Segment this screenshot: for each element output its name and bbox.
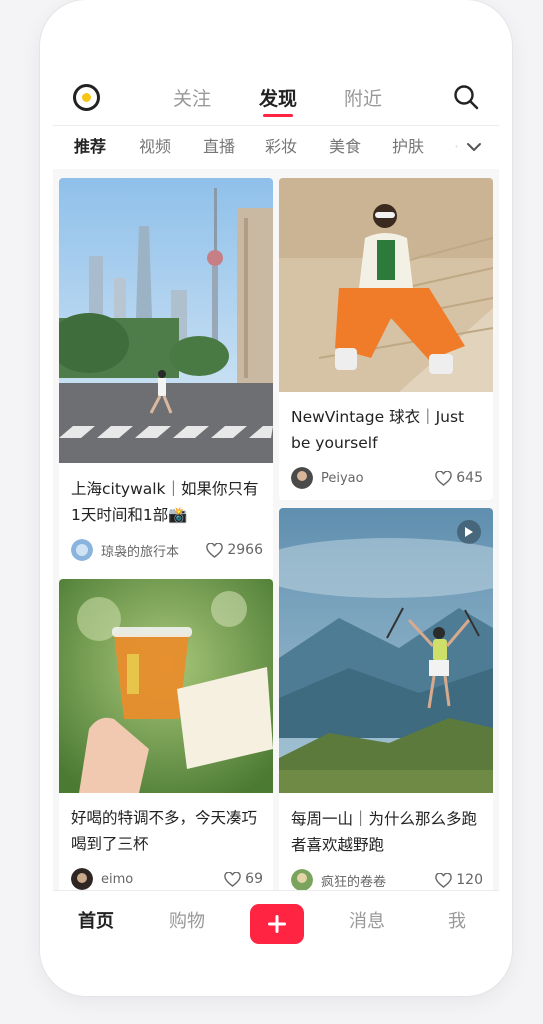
like-button[interactable]: 69	[224, 867, 263, 891]
post-author[interactable]: 琼袅的旅行本	[71, 538, 179, 562]
post-title: 每周一山｜为什么那么多跑者喜欢越野跑	[291, 810, 478, 854]
feed-card[interactable]: 每周一山｜为什么那么多跑者喜欢越野跑 疯狂的卷卷 120	[279, 508, 493, 899]
category-bar: 推荐 视频 直播 彩妆 美食 护肤 ·	[53, 125, 499, 169]
nav-messages[interactable]: 消息	[349, 909, 385, 935]
nav-me[interactable]: 我	[448, 909, 466, 935]
heart-icon	[206, 542, 224, 558]
post-author[interactable]: eimo	[71, 867, 133, 891]
category-more-faded: ·	[454, 137, 460, 156]
like-button[interactable]: 645	[435, 466, 483, 490]
like-count: 645	[456, 470, 483, 486]
chevron-down-icon[interactable]	[466, 140, 482, 154]
post-image	[59, 178, 273, 463]
feed-card[interactable]: NewVintage 球衣｜Just be yourself Peiyao 64…	[279, 178, 493, 500]
category-video[interactable]: 视频	[139, 136, 171, 158]
post-image	[279, 508, 493, 793]
post-title: 上海citywalk｜如果你只有1天时间和1部📸	[71, 480, 259, 524]
plus-icon	[268, 915, 286, 933]
nav-shop[interactable]: 购物	[169, 909, 205, 935]
post-title: NewVintage 球衣｜Just be yourself	[291, 408, 465, 452]
avatar	[291, 467, 313, 489]
author-name: 琼袅的旅行本	[101, 544, 180, 560]
post-author[interactable]: 疯狂的卷卷	[291, 868, 386, 892]
author-name: eimo	[101, 871, 134, 887]
feed-card[interactable]: 好喝的特调不多，今天凑巧喝到了三杯 eimo 69	[59, 579, 273, 899]
category-skincare[interactable]: 护肤	[392, 136, 424, 158]
author-name: 疯狂的卷卷	[321, 874, 387, 890]
author-name: Peiyao	[321, 470, 364, 486]
nav-home[interactable]: 首页	[78, 909, 114, 935]
bottom-nav: 首页 购物 消息 我	[53, 890, 499, 982]
like-button[interactable]: 2966	[206, 538, 263, 562]
post-image	[59, 579, 273, 793]
like-count: 69	[245, 871, 263, 887]
like-count: 120	[456, 872, 483, 888]
like-button[interactable]: 120	[435, 868, 483, 892]
tab-discover[interactable]: 发现	[259, 86, 297, 117]
create-post-button[interactable]	[250, 904, 304, 944]
post-image	[279, 178, 493, 392]
avatar	[71, 539, 93, 561]
app-logo-icon[interactable]	[73, 84, 100, 111]
tab-nearby[interactable]: 附近	[344, 86, 382, 112]
search-icon[interactable]	[453, 84, 479, 110]
heart-icon	[224, 871, 241, 887]
app-screen: 关注 发现 附近 推荐 视频 直播 彩妆 美食 护肤 · 上海citywalk｜…	[53, 14, 499, 982]
tab-follow[interactable]: 关注	[173, 86, 211, 112]
post-author[interactable]: Peiyao	[291, 466, 364, 490]
phone-frame: 关注 发现 附近 推荐 视频 直播 彩妆 美食 护肤 · 上海citywalk｜…	[40, 0, 512, 996]
category-makeup[interactable]: 彩妆	[265, 136, 297, 158]
play-icon	[457, 520, 481, 544]
top-bar: 关注 发现 附近	[53, 14, 499, 125]
post-title: 好喝的特调不多，今天凑巧喝到了三杯	[71, 809, 258, 853]
heart-icon	[435, 470, 452, 486]
category-live[interactable]: 直播	[203, 136, 235, 158]
avatar	[291, 869, 313, 891]
avatar	[71, 868, 93, 890]
heart-icon	[435, 872, 452, 888]
like-count: 2966	[227, 542, 263, 558]
feed-card[interactable]: 上海citywalk｜如果你只有1天时间和1部📸 琼袅的旅行本 2966	[59, 178, 273, 580]
category-recommend[interactable]: 推荐	[74, 136, 106, 158]
category-food[interactable]: 美食	[329, 136, 361, 158]
